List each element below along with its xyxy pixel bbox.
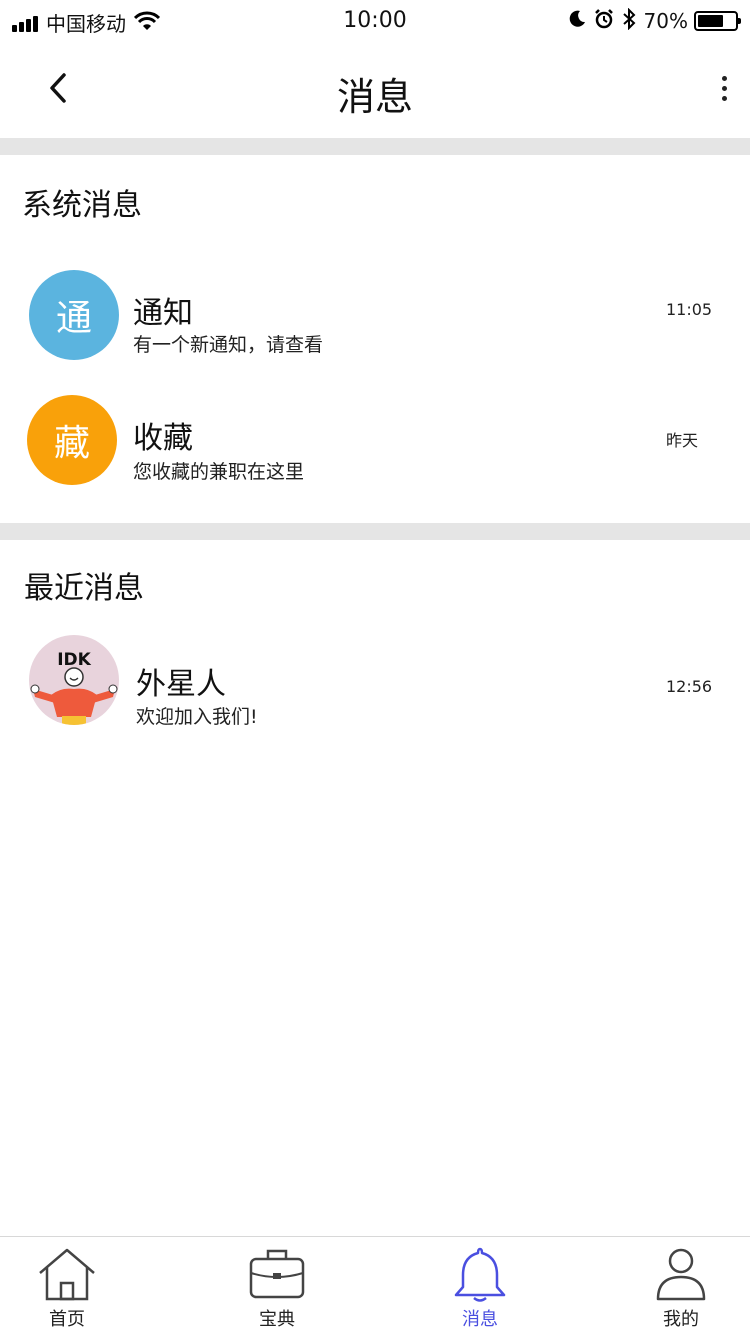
battery-percent: 70% <box>643 9 688 33</box>
more-dot-icon <box>721 75 727 81</box>
tab-bar: 首页 宝典 消息 我的 <box>0 1236 750 1334</box>
message-name: 收藏 <box>133 421 193 456</box>
message-time: 12:56 <box>666 677 713 696</box>
alarm-icon <box>594 9 614 33</box>
list-item-notification[interactable]: 通 通知 有一个新通知，请查看 11:05 <box>0 260 750 370</box>
list-item-alien[interactable]: IDK 外星人 欢迎加入我们! 12:56 <box>0 625 750 735</box>
tab-profile[interactable]: 我的 <box>611 1237 750 1334</box>
person-icon <box>611 1247 750 1301</box>
list-item-favorites[interactable]: 藏 收藏 您收藏的兼职在这里 昨天 <box>0 385 750 495</box>
notification-avatar: 通 <box>29 270 119 360</box>
avatar-lettering: IDK <box>57 650 91 670</box>
message-preview: 有一个新通知，请查看 <box>133 334 324 356</box>
avatar-letter: 通 <box>55 298 92 339</box>
moon-icon <box>568 10 586 32</box>
tab-label: 消息 <box>462 1309 498 1330</box>
home-icon <box>0 1247 137 1301</box>
tab-guide[interactable]: 宝典 <box>207 1237 347 1334</box>
message-name: 通知 <box>133 296 193 331</box>
avatar-letter: 藏 <box>53 423 90 464</box>
page-title: 消息 <box>336 75 413 119</box>
battery-fill <box>698 15 723 27</box>
battery-icon <box>694 11 741 31</box>
message-time: 昨天 <box>666 431 699 450</box>
nav-bar: 消息 <box>0 40 750 138</box>
avatar: IDK <box>29 635 119 725</box>
message-preview: 欢迎加入我们! <box>136 706 258 728</box>
system-section-title: 系统消息 <box>22 188 142 223</box>
tab-label: 宝典 <box>259 1309 295 1330</box>
recent-section-title: 最近消息 <box>24 571 144 606</box>
tab-messages[interactable]: 消息 <box>410 1237 550 1334</box>
briefcase-icon <box>207 1247 347 1301</box>
bluetooth-icon <box>622 7 636 34</box>
message-time: 11:05 <box>666 300 713 319</box>
section-divider <box>0 523 750 540</box>
favorites-avatar: 藏 <box>27 395 117 485</box>
more-options-button[interactable] <box>710 66 738 110</box>
message-preview: 您收藏的兼职在这里 <box>133 461 305 483</box>
idk-avatar-image: IDK <box>30 650 118 725</box>
section-divider <box>0 138 750 155</box>
status-right: 70% <box>560 7 741 34</box>
tab-home[interactable]: 首页 <box>0 1237 137 1334</box>
bell-icon <box>410 1247 550 1303</box>
messages-screen: 中国移动 10:00 70% 消息 系统消息 通 通知 有一个新通知，请查看 1… <box>0 0 750 1334</box>
tab-label: 首页 <box>49 1309 85 1330</box>
status-bar: 中国移动 10:00 70% <box>0 0 750 40</box>
message-name: 外星人 <box>136 667 226 702</box>
tab-label: 我的 <box>663 1309 699 1330</box>
